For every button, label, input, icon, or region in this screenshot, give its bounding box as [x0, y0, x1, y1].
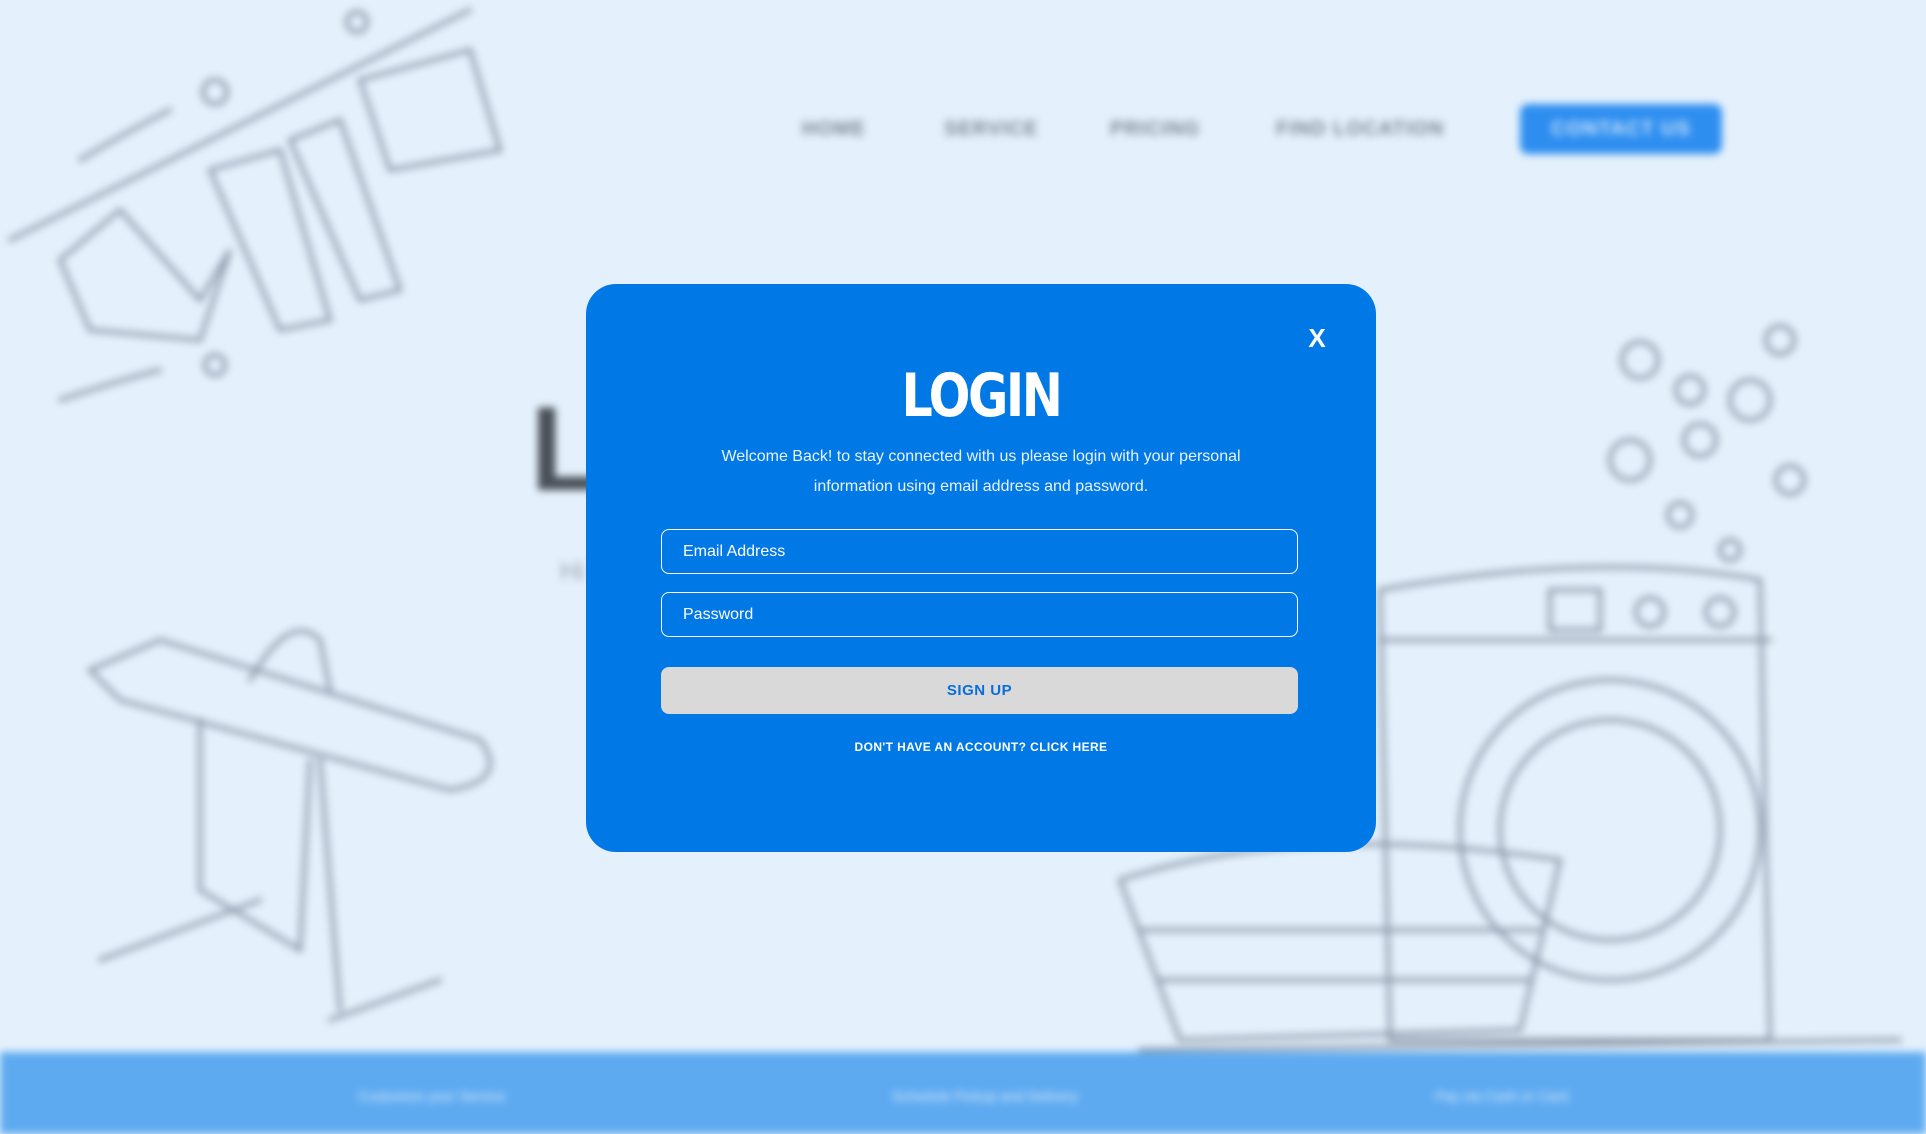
modal-description: Welcome Back! to stay connected with us …	[721, 448, 1241, 495]
footer-bar: Customize your Service Schedule Pickup a…	[0, 1052, 1926, 1134]
footer-item-schedule: Schedule Pickup and Delivery	[892, 1088, 1078, 1104]
email-field[interactable]	[661, 529, 1298, 574]
nav-pricing-link[interactable]: PRICING	[1110, 118, 1200, 141]
nav-service-link[interactable]: SERVICE	[944, 118, 1038, 141]
account-prompt-line: DON'T HAVE AN ACCOUNT? CLICK HERE	[586, 740, 1376, 754]
close-icon[interactable]: X	[1302, 322, 1332, 354]
footer-item-payment: Pay via Cash or Card	[1435, 1088, 1569, 1104]
footer-item-customize: Customize your Service	[358, 1088, 506, 1104]
hero-subtitle: Hi	[560, 556, 585, 586]
click-here-link[interactable]: CLICK HERE	[1030, 740, 1107, 754]
top-navigation: HOME SERVICE PRICING FIND LOCATION CONTA…	[0, 104, 1926, 154]
nav-home-link[interactable]: HOME	[802, 118, 866, 141]
modal-title: LOGIN	[901, 361, 1062, 431]
nav-find-location-link[interactable]: FIND LOCATION	[1276, 118, 1444, 141]
contact-us-button[interactable]: CONTACT US	[1520, 104, 1722, 154]
account-prompt-text: DON'T HAVE AN ACCOUNT?	[854, 740, 1027, 754]
password-field[interactable]	[661, 592, 1298, 637]
sign-up-button[interactable]: SIGN UP	[661, 667, 1298, 714]
